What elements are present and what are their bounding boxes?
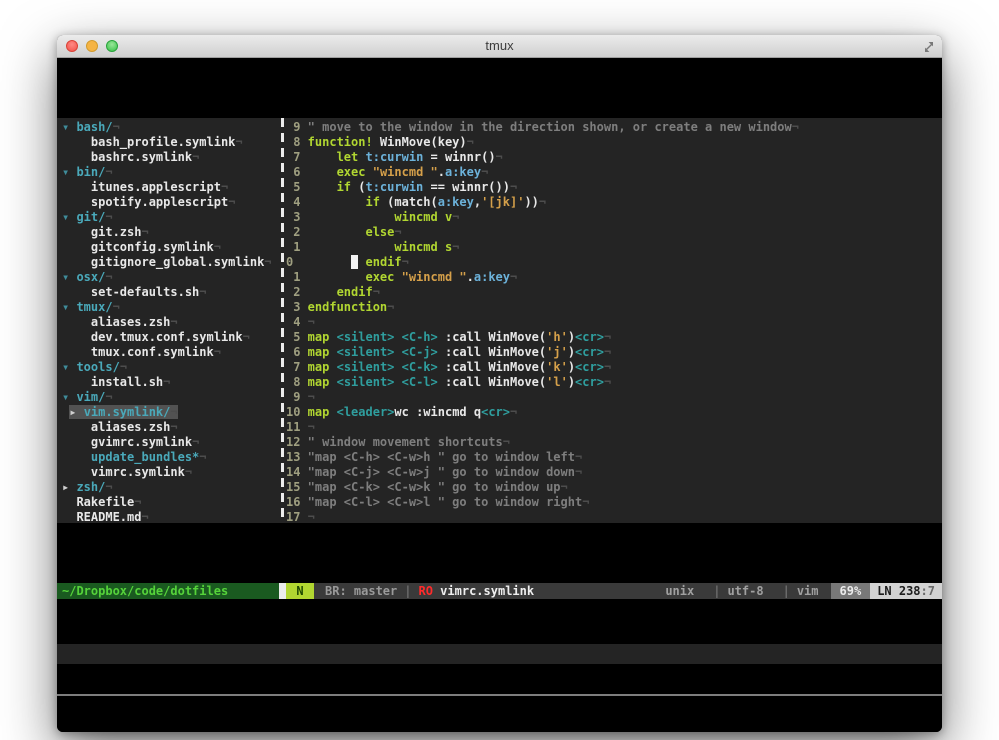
code-line: 17 ¬ [286,510,942,523]
code-line: 7 map <silent> <C-k> :call WinMove('k')<… [286,360,942,375]
tree-item[interactable]: tmux.conf.symlink¬ [62,345,279,360]
titlebar[interactable]: tmux [57,35,942,58]
tree-item[interactable]: spotify.applescript¬ [62,195,279,210]
code-line: 4 ¬ [286,315,942,330]
code-line: 7 let t:curwin = winnr()¬ [286,150,942,165]
code-line: 2 else¬ [286,225,942,240]
code-line: 6 map <silent> <C-j> :call WinMove('j')<… [286,345,942,360]
tree-item[interactable]: gvimrc.symlink¬ [62,435,279,450]
code-line: 16 "map <C-l> <C-w>l " go to window righ… [286,495,942,510]
tree-item[interactable]: README.md¬ [62,510,279,523]
code-line: 9 " move to the window in the direction … [286,120,942,135]
vim-mode-indicator: N [286,583,314,599]
tree-item[interactable]: ▾ bash/¬ [62,120,279,135]
terminal-window: tmux ▾ bash/¬ bash_profile.symlink¬ bash… [57,35,942,732]
scroll-percent: 69% [831,583,871,599]
code-line: 9 ¬ [286,390,942,405]
nerdtree-statusline: ~/Dropbox/code/dotfiles [57,583,279,599]
tmux-horizontal-divider[interactable] [57,694,942,696]
tree-item[interactable]: aliases.zsh¬ [62,315,279,330]
desktop: tmux ▾ bash/¬ bash_profile.symlink¬ bash… [0,0,999,740]
nerdtree-pane[interactable]: ▾ bash/¬ bash_profile.symlink¬ bashrc.sy… [57,118,279,523]
encoding: utf-8 [727,583,775,599]
tree-item[interactable]: vimrc.symlink¬ [62,465,279,480]
window-title: tmux [57,38,942,53]
code-line: 15 "map <C-k> <C-w>k " go to window up¬ [286,480,942,495]
code-line: 14 "map <C-j> <C-w>j " go to window down… [286,465,942,480]
statusline-split-divider [279,583,286,599]
tree-item[interactable]: ▾ bin/¬ [62,165,279,180]
code-line: 8 map <silent> <C-l> :call WinMove('l')<… [286,375,942,390]
fileformat: unix [665,583,706,599]
tree-item[interactable]: git.zsh¬ [62,225,279,240]
code-line: 3 endfunction¬ [286,300,942,315]
tree-item[interactable]: ▾ vim/¬ [62,390,279,405]
line-number-indicator: LN 238:7 [870,583,942,599]
code-pane[interactable]: 9 " move to the window in the direction … [286,118,942,523]
vim-statusline: ~/Dropbox/code/dotfiles N BR: master | R… [57,583,942,599]
tree-item[interactable]: ▸ vim.symlink/¬ [62,405,279,420]
code-line: 13 "map <C-h> <C-w>h " go to window left… [286,450,942,465]
current-filename: vimrc.symlink [440,583,534,599]
tree-item[interactable]: dev.tmux.conf.symlink¬ [62,330,279,345]
code-line: 1 exec "wincmd ".a:key¬ [286,270,942,285]
statusline-main: BR: master | RO vimrc.symlink unix | utf… [314,583,831,599]
tree-item[interactable]: bashrc.symlink¬ [62,150,279,165]
code-line: 10 map <leader>wc :wincmd q<cr>¬ [286,405,942,420]
tree-item[interactable]: ▾ tmux/¬ [62,300,279,315]
tree-item[interactable]: bash_profile.symlink¬ [62,135,279,150]
tree-item[interactable]: ▾ osx/¬ [62,270,279,285]
readonly-flag: RO [418,583,432,599]
code-line: 11 ¬ [286,420,942,435]
vim-vertical-split [279,118,286,523]
code-line: 6 exec "wincmd ".a:key¬ [286,165,942,180]
code-line: 12 " window movement shortcuts¬ [286,435,942,450]
code-line: 3 wincmd v¬ [286,210,942,225]
code-line: 5 map <silent> <C-h> :call WinMove('h')<… [286,330,942,345]
vim-command-line[interactable] [57,644,942,664]
tree-item[interactable]: gitconfig.symlink¬ [62,240,279,255]
vim-split: ▾ bash/¬ bash_profile.symlink¬ bashrc.sy… [57,118,942,523]
tree-item[interactable]: itunes.applescript¬ [62,180,279,195]
tree-item[interactable]: gitignore_global.symlink¬ [62,255,279,270]
terminal-content: ▾ bash/¬ bash_profile.symlink¬ bashrc.sy… [57,58,942,732]
tree-item[interactable]: install.sh¬ [62,375,279,390]
git-branch-indicator: BR: master [314,583,397,599]
tree-item[interactable]: update_bundles*¬ [62,450,279,465]
statusline-separator: | [776,583,797,599]
filetype: vim [797,583,831,599]
tree-item[interactable]: ▸ zsh/¬ [62,480,279,495]
statusline-separator: | [397,583,418,599]
code-line: 1 wincmd s¬ [286,240,942,255]
code-line: 5 if (t:curwin == winnr())¬ [286,180,942,195]
column-indicator: :7 [921,584,935,598]
code-line: 2 endif¬ [286,285,942,300]
tree-item[interactable]: set-defaults.sh¬ [62,285,279,300]
tree-item[interactable]: Rakefile¬ [62,495,279,510]
tree-item[interactable]: aliases.zsh¬ [62,420,279,435]
code-line: 4 if (match(a:key,'[jk]'))¬ [286,195,942,210]
code-line: 8 function! WinMove(key)¬ [286,135,942,150]
statusline-separator: | [706,583,727,599]
resize-icon[interactable] [923,40,935,52]
code-line: 0 endif¬ [286,255,942,270]
tree-item[interactable]: ▾ tools/¬ [62,360,279,375]
tree-item[interactable]: ▾ git/¬ [62,210,279,225]
